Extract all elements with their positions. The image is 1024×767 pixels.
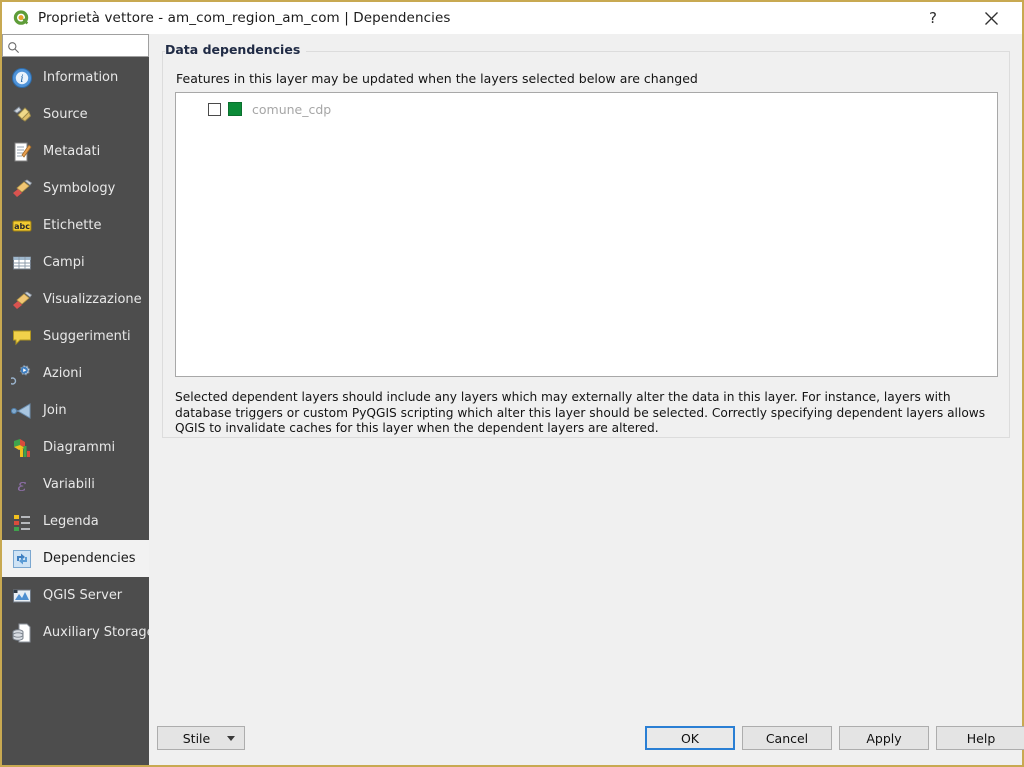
metadata-icon	[10, 140, 34, 164]
dependent-layers-list[interactable]: comune_cdp	[175, 92, 998, 377]
ok-button[interactable]: OK	[645, 726, 735, 750]
sidebar-item-metadati[interactable]: Metadati	[2, 133, 149, 170]
sidebar-item-symbology[interactable]: Symbology	[2, 170, 149, 207]
sidebar-item-label: Diagrammi	[43, 440, 116, 455]
sidebar-item-variabili[interactable]: ε Variabili	[2, 466, 149, 503]
qgis-logo-icon	[12, 9, 30, 27]
sidebar-item-label: Legenda	[43, 514, 99, 529]
sidebar-item-label: Visualizzazione	[43, 292, 142, 307]
list-item[interactable]: comune_cdp	[176, 98, 997, 120]
dependencies-description-top: Features in this layer may be updated wh…	[176, 71, 698, 86]
information-icon: i	[10, 66, 34, 90]
titlebar-help-button[interactable]: ?	[910, 2, 956, 34]
titlebar-close-button[interactable]	[968, 2, 1014, 34]
sidebar: i Information Source Metadati Symbology …	[2, 34, 149, 765]
data-dependencies-groupbox: Data dependencies Features in this layer…	[162, 42, 1010, 438]
sidebar-item-information[interactable]: i Information	[2, 59, 149, 96]
labels-icon: abc	[10, 214, 34, 238]
rendering-icon	[10, 288, 34, 312]
chevron-down-icon	[227, 735, 235, 741]
dialog-button-bar: Stile OK Cancel Apply Help	[153, 721, 1024, 765]
sidebar-item-dependencies[interactable]: Dependencies	[2, 540, 149, 577]
display-hints-icon	[10, 325, 34, 349]
sidebar-item-label: Auxiliary Storage	[43, 625, 149, 640]
layer-checkbox[interactable]	[208, 102, 221, 116]
window-title: Proprietà vettore - am_com_region_am_com…	[38, 10, 451, 26]
sidebar-item-label: Metadati	[43, 144, 101, 159]
sidebar-item-source[interactable]: Source	[2, 96, 149, 133]
sidebar-item-auxiliary-storage[interactable]: Auxiliary Storage	[2, 614, 149, 651]
search-icon	[7, 39, 20, 53]
dependencies-icon	[10, 547, 34, 571]
fields-icon	[10, 251, 34, 275]
style-button-label: Stile	[182, 730, 211, 746]
sidebar-item-visualizzazione[interactable]: Visualizzazione	[2, 281, 149, 318]
sidebar-item-etichette[interactable]: abc Etichette	[2, 207, 149, 244]
svg-text:ε: ε	[17, 476, 26, 496]
close-icon	[984, 11, 998, 25]
main-panel: Data dependencies Features in this layer…	[153, 34, 1024, 765]
dependencies-description-bottom: Selected dependent layers should include…	[175, 390, 986, 435]
svg-text:i: i	[20, 74, 23, 85]
sidebar-item-qgis-server[interactable]: QGIS Server	[2, 577, 149, 614]
source-icon	[10, 103, 34, 127]
layer-color-swatch	[228, 102, 242, 116]
variables-icon: ε	[10, 473, 34, 497]
joins-icon	[10, 399, 34, 423]
actions-icon	[10, 362, 34, 386]
sidebar-nav-list: i Information Source Metadati Symbology …	[2, 59, 149, 765]
sidebar-item-campi[interactable]: Campi	[2, 244, 149, 281]
sidebar-item-join[interactable]: Join	[2, 392, 149, 429]
sidebar-item-label: Azioni	[43, 366, 83, 381]
sidebar-item-azioni[interactable]: Azioni	[2, 355, 149, 392]
sidebar-search-box[interactable]	[2, 34, 149, 57]
svg-text:abc: abc	[14, 222, 30, 231]
groupbox-title: Data dependencies	[165, 42, 307, 57]
vector-properties-dialog: Proprietà vettore - am_com_region_am_com…	[0, 0, 1024, 767]
legend-icon	[10, 510, 34, 534]
sidebar-item-suggerimenti[interactable]: Suggerimenti	[2, 318, 149, 355]
symbology-icon	[10, 177, 34, 201]
sidebar-item-label: QGIS Server	[43, 588, 123, 603]
apply-button[interactable]: Apply	[839, 726, 929, 750]
sidebar-item-label: Symbology	[43, 181, 116, 196]
sidebar-item-diagrammi[interactable]: Diagrammi	[2, 429, 149, 466]
help-button[interactable]: Help	[936, 726, 1024, 750]
sidebar-item-label: Dependencies	[43, 551, 136, 566]
cancel-button[interactable]: Cancel	[742, 726, 832, 750]
sidebar-item-label: Campi	[43, 255, 85, 270]
sidebar-item-label: Etichette	[43, 218, 102, 233]
title-bar: Proprietà vettore - am_com_region_am_com…	[2, 2, 1022, 35]
diagrams-icon	[10, 436, 34, 460]
question-mark-icon: ?	[929, 9, 937, 27]
sidebar-item-label: Suggerimenti	[43, 329, 131, 344]
style-button[interactable]: Stile	[157, 726, 245, 750]
auxiliary-storage-icon	[10, 621, 34, 645]
sidebar-item-label: Variabili	[43, 477, 95, 492]
sidebar-item-label: Join	[43, 403, 67, 418]
sidebar-item-legenda[interactable]: Legenda	[2, 503, 149, 540]
sidebar-item-label: Information	[43, 70, 119, 85]
qgis-server-icon	[10, 584, 34, 608]
sidebar-item-label: Source	[43, 107, 88, 122]
search-input[interactable]	[23, 38, 141, 53]
layer-name-label: comune_cdp	[252, 101, 332, 117]
